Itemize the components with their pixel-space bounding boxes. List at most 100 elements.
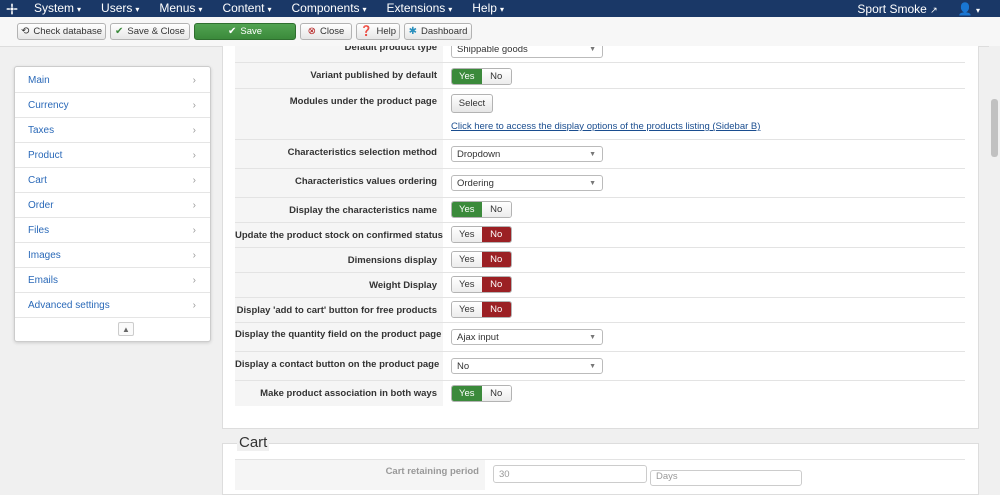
user-menu[interactable]: 👤 ▾: [952, 2, 1000, 16]
menu-users[interactable]: Users ▾: [91, 0, 149, 18]
option-label: Display the characteristics name: [235, 198, 443, 222]
button-label: Save: [240, 26, 263, 37]
sidebar-b-display-link[interactable]: Click here to access the display options…: [451, 121, 760, 132]
option-row-weight-display: Weight Display: [235, 272, 965, 297]
dashboard-icon: ✱: [408, 26, 417, 37]
menu-extensions[interactable]: Extensions ▾: [377, 0, 463, 18]
sidebar-item-images[interactable]: Images ›: [15, 243, 210, 268]
caret-down-icon: ▼: [589, 333, 596, 341]
toolbar: ⟲ Check database ✔ Save & Close ✔ Save ⊗ Clo…: [0, 17, 1000, 47]
sidebar-item-label: Product: [28, 149, 63, 161]
option-label: Cart retaining period: [235, 460, 485, 490]
option-label: Display a contact button on the product …: [235, 352, 443, 380]
dashboard-button[interactable]: ✱ Dashboard: [404, 23, 472, 40]
question-icon: ❓: [360, 26, 373, 37]
caret-down-icon: ▾: [267, 4, 272, 14]
contact-button-select[interactable]: No ▼: [451, 358, 603, 374]
navbar-right: Sport Smoke ↗ 👤 ▾: [843, 0, 1000, 17]
chevron-right-icon: ›: [192, 224, 196, 236]
config-sidebar: Main › Currency › Taxes › Product › Cart › Or…: [14, 66, 211, 342]
sidebar-item-currency[interactable]: Currency ›: [15, 93, 210, 118]
select-value: Shippable goods: [457, 46, 528, 55]
button-label: Dashboard: [420, 26, 468, 37]
no-option[interactable]: No: [481, 252, 511, 267]
sidebar-item-product[interactable]: Product ›: [15, 143, 210, 168]
select-value: Ajax input: [457, 331, 499, 343]
menu-system[interactable]: System ▾: [24, 0, 91, 18]
yes-option[interactable]: Yes: [452, 252, 482, 267]
option-label: Display the quantity field on the produc…: [235, 323, 443, 351]
select-value: Days: [656, 471, 678, 482]
yes-option[interactable]: Yes: [452, 69, 482, 84]
yes-option[interactable]: Yes: [452, 202, 482, 217]
sidebar-item-order[interactable]: Order ›: [15, 193, 210, 218]
display-char-name-toggle[interactable]: Yes No: [451, 201, 512, 218]
caret-down-icon: ▼: [589, 362, 596, 370]
save-close-button[interactable]: ✔ Save & Close: [110, 23, 190, 40]
no-option[interactable]: No: [481, 302, 511, 317]
menu-content[interactable]: Content ▾: [212, 0, 281, 18]
yes-option[interactable]: Yes: [452, 277, 482, 292]
sidebar-item-emails[interactable]: Emails ›: [15, 268, 210, 293]
chevron-right-icon: ›: [192, 174, 196, 186]
option-label: Dimensions display: [235, 248, 443, 272]
default-product-type-select[interactable]: Shippable goods ▼: [451, 46, 603, 58]
sidebar-item-taxes[interactable]: Taxes ›: [15, 118, 210, 143]
dimensions-display-toggle[interactable]: Yes No: [451, 251, 512, 268]
chevron-right-icon: ›: [192, 99, 196, 111]
chevron-right-icon: ›: [192, 299, 196, 311]
sidebar-item-label: Currency: [28, 99, 69, 111]
sidebar-item-main[interactable]: Main ›: [15, 68, 210, 93]
button-label: Check database: [33, 26, 103, 37]
no-option[interactable]: No: [481, 227, 511, 242]
association-both-toggle[interactable]: Yes No: [451, 385, 512, 402]
no-option[interactable]: No: [481, 386, 511, 401]
sidebar-item-files[interactable]: Files ›: [15, 218, 210, 243]
weight-display-toggle[interactable]: Yes No: [451, 276, 512, 293]
menu-help[interactable]: Help ▾: [462, 0, 514, 18]
sidebar-item-advanced-settings[interactable]: Advanced settings ›: [15, 293, 210, 318]
no-option[interactable]: No: [481, 69, 511, 84]
close-circle-icon: ⊗: [307, 26, 317, 37]
menu-label: Users: [101, 0, 133, 15]
scrollbar-thumb[interactable]: [991, 99, 998, 157]
no-option[interactable]: No: [481, 277, 511, 292]
collapse-sidebar-icon[interactable]: ▲: [118, 322, 134, 336]
add-to-cart-free-toggle[interactable]: Yes No: [451, 301, 512, 318]
characteristics-ordering-select[interactable]: Ordering ▼: [451, 175, 603, 191]
joomla-logo-icon[interactable]: [0, 0, 24, 17]
variant-published-toggle[interactable]: Yes No: [451, 68, 512, 85]
check-database-button[interactable]: ⟲ Check database: [17, 23, 106, 40]
update-stock-toggle[interactable]: Yes No: [451, 226, 512, 243]
yes-option[interactable]: Yes: [452, 227, 482, 242]
menu-label: Components: [291, 0, 360, 15]
menu-label: Help: [472, 0, 497, 15]
menu-menus[interactable]: Menus ▾: [149, 0, 212, 18]
close-button[interactable]: ⊗ Close: [300, 23, 352, 40]
caret-down-icon: ▾: [198, 4, 203, 14]
caret-down-icon: ▾: [975, 5, 980, 15]
help-button[interactable]: ❓ Help: [356, 23, 400, 40]
characteristics-method-select[interactable]: Dropdown ▼: [451, 146, 603, 162]
save-button[interactable]: ✔ Save: [194, 23, 296, 40]
option-row-update-stock: Update the product stock on confirmed st…: [235, 222, 965, 247]
cart-retaining-input[interactable]: 30: [493, 465, 647, 483]
sidebar-item-label: Cart: [28, 174, 47, 186]
sidebar-item-cart[interactable]: Cart ›: [15, 168, 210, 193]
site-name: Sport Smoke: [857, 1, 927, 16]
sidebar-item-label: Taxes: [28, 124, 55, 136]
quantity-field-select[interactable]: Ajax input ▼: [451, 329, 603, 345]
no-option[interactable]: No: [481, 202, 511, 217]
yes-option[interactable]: Yes: [452, 386, 482, 401]
cart-retaining-unit-select[interactable]: Days: [650, 470, 802, 486]
option-label: Make product association in both ways: [235, 381, 443, 406]
yes-option[interactable]: Yes: [452, 302, 482, 317]
chevron-right-icon: ›: [192, 274, 196, 286]
option-label: Characteristics values ordering: [235, 169, 443, 197]
option-label: Default product type: [235, 46, 443, 62]
menu-components[interactable]: Components ▾: [281, 0, 376, 18]
select-modules-button[interactable]: Select: [451, 94, 493, 113]
site-link[interactable]: Sport Smoke ↗: [843, 2, 951, 16]
menu-label: Menus: [159, 0, 196, 15]
option-label: Characteristics selection method: [235, 140, 443, 168]
